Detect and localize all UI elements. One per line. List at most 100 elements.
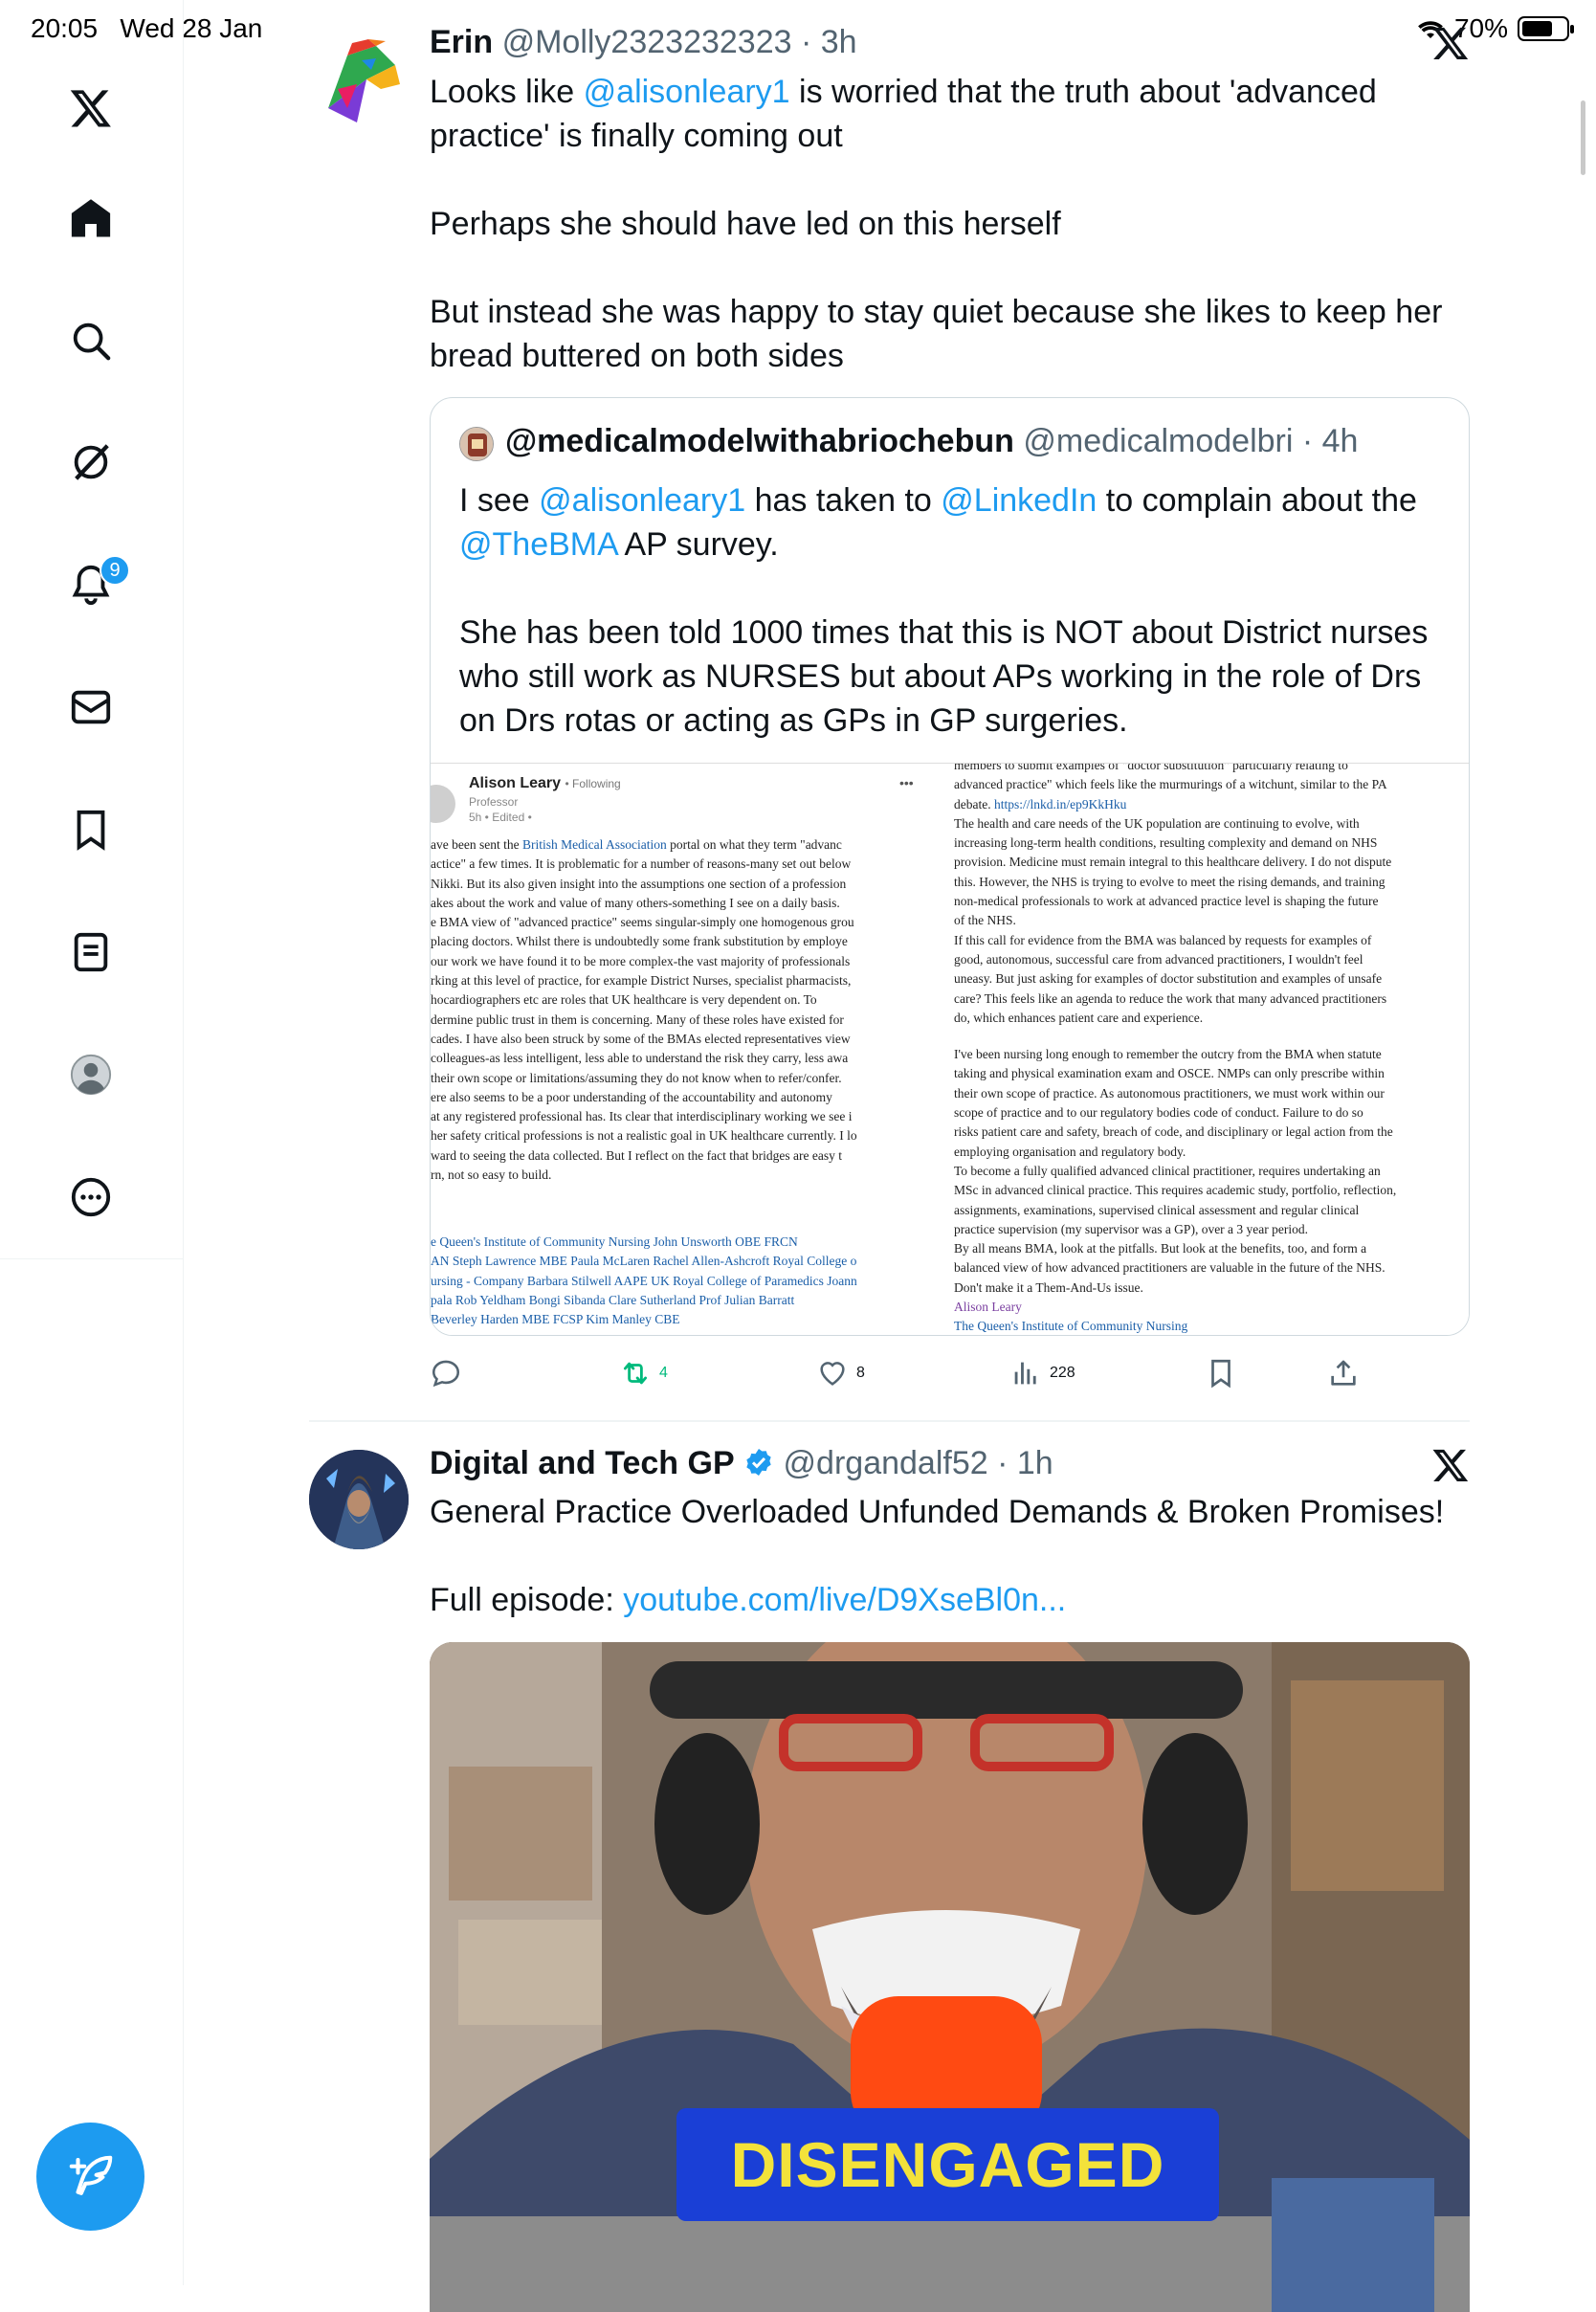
text-line: She has been told 1000 times that this i… (459, 614, 1429, 651)
text-line: their own scope of practice. As autonomo… (954, 1085, 1385, 1100)
quote-text: I see @alisonleary1 has taken to @Linked… (459, 478, 1445, 743)
text-line: do, which enhances patient care and expe… (954, 1010, 1204, 1025)
quote-image[interactable]: Alison Leary • Following Professor 5h • … (431, 763, 1469, 1335)
quote-author-handle[interactable]: @medicalmodelbri (1023, 423, 1293, 459)
separator-dot: · (791, 24, 821, 60)
linkedin-author: Alison Leary • Following (469, 775, 621, 792)
heart-icon (820, 1362, 845, 1386)
grok-icon[interactable] (63, 434, 119, 490)
linkedin-more-icon: ••• (899, 775, 914, 790)
text-line: non-medical professionals to work at adv… (954, 894, 1379, 909)
text-line: to complain about the (1097, 482, 1417, 519)
mention-link[interactable]: @alisonleary1 (539, 482, 745, 519)
tweet-time[interactable]: 3h (821, 24, 857, 60)
x-logo-icon[interactable] (63, 80, 119, 136)
quote-header: @medicalmodelwithabriochebun @medicalmod… (505, 423, 1358, 460)
profile-icon[interactable] (63, 1047, 119, 1102)
text-line: has taken to (745, 482, 942, 519)
video-player[interactable]: DISENGAGED (430, 1642, 1470, 2312)
like-count: 8 (856, 1365, 865, 1381)
linkedin-author-name: Alison Leary (469, 775, 562, 791)
linkedin-right-text: The health and care needs of the UK popu… (954, 814, 1469, 1028)
compose-feather-icon (69, 2155, 112, 2195)
text-line: increasing long-term health conditions, … (954, 835, 1378, 851)
author-handle[interactable]: @Molly2323232323 (502, 24, 792, 60)
text-line: assignments, examinations, supervised cl… (954, 1202, 1360, 1217)
text-line: our work we have found it to be more com… (431, 953, 851, 968)
sidebar-divider (0, 1258, 184, 1259)
linkedin-avatar (431, 785, 455, 823)
linkedin-right-text-2: I've been nursing long enough to remembe… (954, 1045, 1469, 1298)
youtube-link[interactable]: youtube.com/live/D9XseBl0n... (623, 1582, 1066, 1618)
text-line: this. However, the NHS is trying to evol… (954, 874, 1385, 889)
home-icon[interactable] (63, 190, 119, 246)
text-line: uneasy. But just asking for examples of … (954, 971, 1383, 987)
text-line: debate. (954, 796, 991, 811)
reply-icon (432, 1360, 460, 1388)
author-handle[interactable]: @drgandalf52 (784, 1445, 988, 1481)
text-line: who still work as NURSES but about APs w… (459, 658, 1422, 695)
author-name[interactable]: Digital and Tech GP (430, 1445, 735, 1481)
mention-link[interactable]: @alisonleary1 (584, 74, 790, 110)
verified-badge-icon (746, 1449, 771, 1476)
text-line: bread buttered on both sides (430, 338, 844, 374)
lists-icon[interactable] (63, 924, 119, 980)
tweet-time[interactable]: 1h (1017, 1445, 1053, 1481)
text-line: care? This feels like an agenda to reduc… (954, 990, 1387, 1006)
author-name[interactable]: Erin (430, 24, 493, 60)
bookmark-button[interactable] (1205, 1357, 1237, 1389)
linkedin-signature: Alison Leary (954, 1300, 1022, 1315)
text-line: Don't make it a Them-And-Us issue. (954, 1279, 1143, 1295)
avatar[interactable] (309, 32, 409, 131)
messages-icon[interactable] (63, 679, 119, 735)
video-banner: DISENGAGED (676, 2108, 1219, 2221)
text-line: General Practice Overloaded Unfunded Dem… (430, 1494, 1445, 1530)
text-line: actice" a few times. It is problematic f… (431, 856, 852, 872)
text-line: But instead she was happy to stay quiet … (430, 294, 1443, 330)
quote-time: 4h (1321, 423, 1359, 459)
text-line: their own scope or limitations/assuming … (431, 1070, 842, 1085)
views-icon (1014, 1362, 1036, 1385)
text-line: of the NHS. (954, 913, 1016, 928)
text-line: The health and care needs of the UK popu… (954, 815, 1360, 831)
text-line: on Drs rotas or acting as GPs in GP surg… (459, 702, 1128, 739)
tag-line: pala Rob Yeldham Bongi Sibanda Clare Sut… (431, 1292, 795, 1307)
quoted-tweet[interactable]: @medicalmodelwithabriochebun @medicalmod… (430, 397, 1470, 1336)
compose-button[interactable] (36, 2123, 144, 2231)
share-button[interactable] (1327, 1357, 1360, 1389)
views-button[interactable]: 228 (1009, 1357, 1075, 1389)
retweet-button[interactable]: 4 (619, 1357, 668, 1389)
x-logo-icon (1432, 27, 1469, 59)
notifications-badge: 9 (100, 555, 130, 586)
like-button[interactable]: 8 (816, 1357, 865, 1389)
text-line: ere also seems to be a poor understandin… (431, 1089, 832, 1104)
text-line: risks patient care and safety, breach of… (954, 1124, 1393, 1140)
reply-button[interactable] (430, 1357, 470, 1389)
text-line: ward to seeing the data collected. But I… (431, 1147, 842, 1163)
tag-line: e Queen's Institute of Community Nursing… (431, 1234, 798, 1249)
x-logo-icon (1432, 1449, 1469, 1481)
search-icon[interactable] (63, 313, 119, 368)
quote-avatar (459, 427, 494, 461)
scrollbar[interactable] (1581, 100, 1585, 175)
linkedin-following: • Following (565, 777, 621, 790)
text-line: I see (459, 482, 540, 519)
text-line: balanced view of how advanced practition… (954, 1260, 1385, 1276)
text-line: Looks like (430, 74, 584, 110)
avatar[interactable] (309, 1450, 409, 1549)
text-line: practice supervision (my supervisor was … (954, 1221, 1309, 1236)
more-icon[interactable] (63, 1169, 119, 1225)
tweet-text: General Practice Overloaded Unfunded Dem… (430, 1490, 1482, 1622)
quote-author-name[interactable]: @medicalmodelwithabriochebun (505, 423, 1014, 459)
linkedin-tags: e Queen's Institute of Community Nursing… (431, 1233, 949, 1329)
linkedin-right-pane: members to submit examples of "doctor su… (954, 764, 1469, 1335)
text-line: advanced practice" which feels like the … (954, 777, 1387, 792)
retweet-icon (623, 1362, 648, 1385)
text-line: AP survey. (616, 526, 779, 563)
mention-link[interactable]: @TheBMA (459, 526, 617, 563)
mention-link[interactable]: @LinkedIn (941, 482, 1097, 519)
bookmarks-icon[interactable] (63, 802, 119, 857)
text-line: By all means BMA, look at the pitfalls. … (954, 1241, 1367, 1256)
text-line: scope of practice and to our regulatory … (954, 1105, 1363, 1121)
retweet-count: 4 (659, 1365, 668, 1381)
